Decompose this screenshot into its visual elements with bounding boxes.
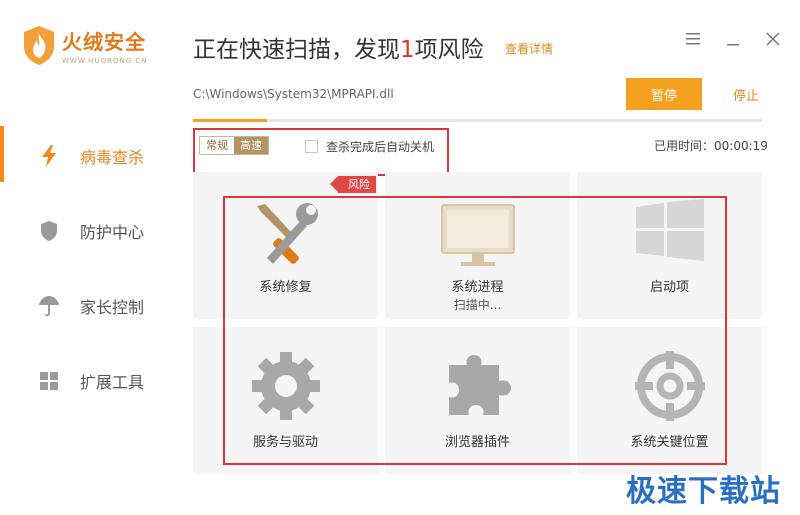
flame-shield-icon [24,26,54,65]
sidebar-item-protection-center[interactable]: 防护中心 [0,193,175,268]
auto-shutdown-label: 查杀完成后自动关机 [326,140,435,154]
shield-icon [38,220,60,242]
mode-normal-button[interactable]: 常规 [200,137,234,154]
scan-mode-toggle: 常规 高速 [199,136,269,155]
pause-button[interactable]: 暂停 [626,78,702,110]
sidebar-item-label: 扩展工具 [80,372,145,392]
auto-shutdown-checkbox[interactable] [305,140,318,153]
sidebar: 火绒安全 WWW.HUORONG.CN 病毒查杀 防护中心 家长控制 扩展工具 [0,0,175,515]
app-website: WWW.HUORONG.CN [62,56,148,65]
title-suffix: 项风险 [414,37,484,63]
sidebar-nav: 病毒查杀 防护中心 家长控制 扩展工具 [0,118,175,418]
menu-icon[interactable] [684,30,702,48]
elapsed-time: 已用时间：00:00:19 [654,139,768,153]
sidebar-item-virus-scan[interactable]: 病毒查杀 [0,118,175,193]
sidebar-item-extension-tools[interactable]: 扩展工具 [0,343,175,418]
title-prefix: 正在快速扫描，发现 [193,37,400,63]
scan-options-highlight: 常规 高速 查杀完成后自动关机 [193,128,449,176]
mode-fast-button[interactable]: 高速 [234,137,268,154]
sidebar-item-label: 家长控制 [80,297,145,317]
minimize-icon[interactable] [724,30,742,48]
close-icon[interactable] [764,30,782,48]
auto-shutdown-option[interactable]: 查杀完成后自动关机 [305,138,434,155]
stop-button[interactable]: 停止 [724,78,768,110]
category-grid-highlight [223,196,727,465]
app-name: 火绒安全 [62,29,146,54]
view-details-link[interactable]: 查看详情 [505,40,553,57]
app-logo: 火绒安全 WWW.HUORONG.CN [22,24,147,66]
risk-tag: 风险 [330,176,376,193]
sidebar-item-label: 病毒查杀 [80,147,145,167]
umbrella-icon [38,295,60,317]
grid-tiles-icon [38,370,60,392]
current-scan-path: C:\Windows\System32\MPRAPI.dll [193,87,394,101]
sidebar-item-label: 防护中心 [80,222,145,242]
scan-progress-bar [193,119,762,122]
sidebar-item-parental-control[interactable]: 家长控制 [0,268,175,343]
window-controls [684,30,782,48]
lightning-icon [38,144,60,167]
page-title: 正在快速扫描，发现1项风险 [193,30,484,64]
watermark: 极速下载站 [626,474,781,509]
scan-progress-fill [193,119,267,122]
risk-count: 1 [400,37,415,63]
